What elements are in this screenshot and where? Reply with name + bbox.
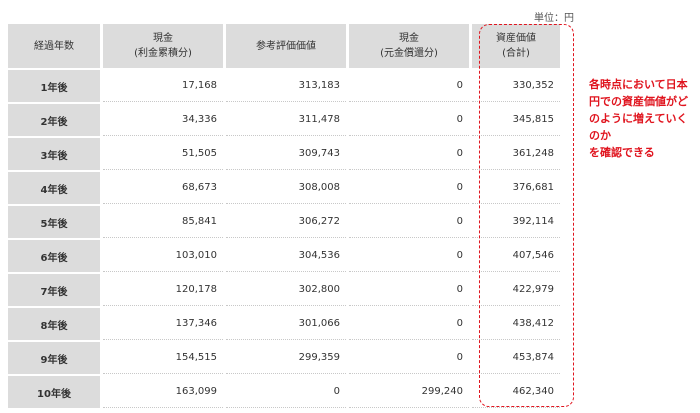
row-year-label: 8年後 (8, 308, 100, 340)
total-value-cell: 462,340 (472, 376, 560, 408)
annotation-line: を確認できる (589, 146, 655, 159)
reference-value-cell: 302,800 (226, 274, 346, 306)
table-row: 9年後 154,515 299,359 0 453,874 (8, 342, 560, 374)
total-value-cell: 453,874 (472, 342, 560, 374)
cash-interest-cell: 68,673 (103, 172, 223, 204)
total-value-cell: 422,979 (472, 274, 560, 306)
header-cash-principal: 現金 (元金償還分) (349, 24, 469, 68)
cash-principal-cell: 299,240 (349, 376, 469, 408)
total-value-cell: 330,352 (472, 70, 560, 102)
table-row: 6年後 103,010 304,536 0 407,546 (8, 240, 560, 272)
row-year-label: 6年後 (8, 240, 100, 272)
table-row: 3年後 51,505 309,743 0 361,248 (8, 138, 560, 170)
cash-interest-cell: 85,841 (103, 206, 223, 238)
reference-value-cell: 309,743 (226, 138, 346, 170)
row-year-label: 3年後 (8, 138, 100, 170)
total-value-cell: 361,248 (472, 138, 560, 170)
total-value-cell: 438,412 (472, 308, 560, 340)
annotation-note: 各時点において日本 円での資産価値がど のように増えていくのか を確認できる (589, 76, 697, 161)
cash-interest-cell: 103,010 (103, 240, 223, 272)
cash-interest-cell: 34,336 (103, 104, 223, 136)
total-value-cell: 407,546 (472, 240, 560, 272)
cash-principal-cell: 0 (349, 70, 469, 102)
cash-interest-cell: 137,346 (103, 308, 223, 340)
cash-principal-cell: 0 (349, 342, 469, 374)
cash-interest-cell: 154,515 (103, 342, 223, 374)
row-year-label: 10年後 (8, 376, 100, 408)
table-row: 8年後 137,346 301,066 0 438,412 (8, 308, 560, 340)
cash-interest-cell: 163,099 (103, 376, 223, 408)
asset-value-table: 経過年数 現金 (利金累積分) 参考評価価値 現金 (元金償還分) 資産価値 (合計)… (5, 22, 563, 410)
total-value-cell: 376,681 (472, 172, 560, 204)
annotation-line: のように増えていくのか (589, 112, 688, 142)
row-year-label: 5年後 (8, 206, 100, 238)
cash-principal-cell: 0 (349, 138, 469, 170)
row-year-label: 9年後 (8, 342, 100, 374)
table-row: 5年後 85,841 306,272 0 392,114 (8, 206, 560, 238)
cash-principal-cell: 0 (349, 172, 469, 204)
row-year-label: 7年後 (8, 274, 100, 306)
cash-principal-cell: 0 (349, 274, 469, 306)
cash-interest-cell: 120,178 (103, 274, 223, 306)
reference-value-cell: 301,066 (226, 308, 346, 340)
header-reference-value: 参考評価価値 (226, 24, 346, 68)
table-row: 10年後 163,099 0 299,240 462,340 (8, 376, 560, 408)
total-value-cell: 392,114 (472, 206, 560, 238)
reference-value-cell: 308,008 (226, 172, 346, 204)
total-value-cell: 345,815 (472, 104, 560, 136)
table-row: 4年後 68,673 308,008 0 376,681 (8, 172, 560, 204)
cash-principal-cell: 0 (349, 206, 469, 238)
table-header-row: 経過年数 現金 (利金累積分) 参考評価価値 現金 (元金償還分) 資産価値 (合計) (8, 24, 560, 68)
cash-interest-cell: 17,168 (103, 70, 223, 102)
reference-value-cell: 299,359 (226, 342, 346, 374)
table-row: 1年後 17,168 313,183 0 330,352 (8, 70, 560, 102)
table-row: 7年後 120,178 302,800 0 422,979 (8, 274, 560, 306)
cash-interest-cell: 51,505 (103, 138, 223, 170)
cash-principal-cell: 0 (349, 308, 469, 340)
cash-principal-cell: 0 (349, 240, 469, 272)
reference-value-cell: 313,183 (226, 70, 346, 102)
header-total-asset-value: 資産価値 (合計) (472, 24, 560, 68)
reference-value-cell: 311,478 (226, 104, 346, 136)
annotation-line: 円での資産価値がど (589, 95, 688, 108)
header-cash-interest: 現金 (利金累積分) (103, 24, 223, 68)
reference-value-cell: 304,536 (226, 240, 346, 272)
row-year-label: 2年後 (8, 104, 100, 136)
reference-value-cell: 0 (226, 376, 346, 408)
row-year-label: 4年後 (8, 172, 100, 204)
header-elapsed-years: 経過年数 (8, 24, 100, 68)
table-row: 2年後 34,336 311,478 0 345,815 (8, 104, 560, 136)
annotation-line: 各時点において日本 (589, 78, 688, 91)
reference-value-cell: 306,272 (226, 206, 346, 238)
row-year-label: 1年後 (8, 70, 100, 102)
cash-principal-cell: 0 (349, 104, 469, 136)
